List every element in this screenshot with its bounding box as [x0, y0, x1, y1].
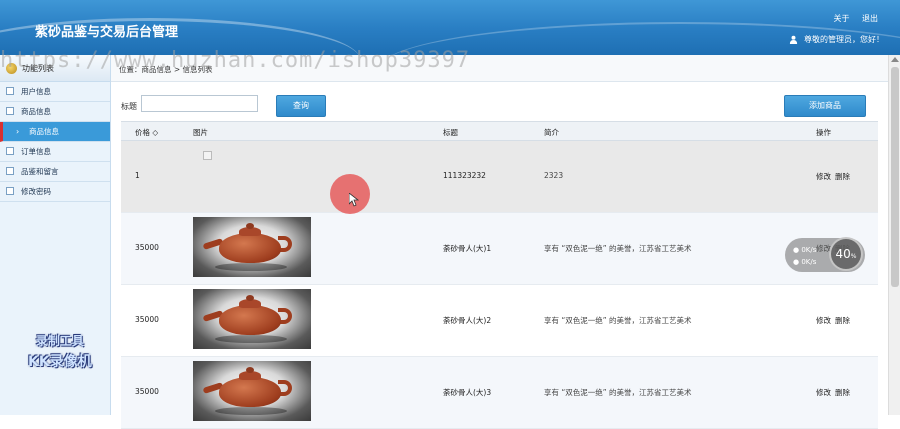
- ops-cell: 修改删除: [816, 387, 854, 398]
- price-cell: 1: [135, 171, 140, 180]
- teapot-photo: [193, 289, 311, 349]
- desc-cell: 享有 “双色泥一绝” 的美誉，江苏省工艺美术: [544, 316, 692, 325]
- top-links: 关于 退出: [823, 13, 878, 24]
- query-button[interactable]: 查询: [276, 95, 326, 117]
- main-content: 位置：商品信息 > 信息列表 标题 查询 添加商品 价格 ◇ 图片 标题 简介 …: [111, 55, 888, 429]
- sidebar-item-label: 商品信息: [29, 127, 59, 136]
- sidebar-item-password[interactable]: 修改密码: [0, 182, 110, 202]
- header-desc: 简介: [544, 128, 559, 137]
- sidebar-item-orders[interactable]: 订单信息: [0, 142, 110, 162]
- sidebar-item-reviews[interactable]: 品鉴和留言: [0, 162, 110, 182]
- recorder-line1: 录制工具: [35, 334, 84, 348]
- table-header: 价格 ◇ 图片 标题 简介 操作: [121, 121, 878, 141]
- table-row: 35000 荼砂骨人(大)2 享有 “双色泥一绝” 的美誉，江苏省工艺美术 修改…: [121, 285, 878, 357]
- network-speed-widget: ● 0K/s ● 0K/s 40%: [785, 237, 865, 272]
- broken-image-icon: [203, 151, 212, 160]
- ops-cell: 修改删除: [816, 315, 854, 326]
- sidebar-item-products[interactable]: 商品信息: [0, 102, 110, 122]
- square-icon: [6, 187, 14, 195]
- price-cell: 35000: [135, 315, 159, 324]
- title-cell: 荼砂骨人(大)1: [443, 244, 492, 253]
- square-icon: [6, 147, 14, 155]
- sidebar-item-label: 订单信息: [21, 147, 51, 156]
- title-cell: 荼砂骨人(大)2: [443, 316, 492, 325]
- desc-cell: 享有 “双色泥一绝” 的美誉，江苏省工艺美术: [544, 388, 692, 397]
- top-header: 紫砂品鉴与交易后台管理 关于 退出 尊敬的管理员，您好！: [0, 0, 900, 55]
- header-price[interactable]: 价格 ◇: [135, 127, 158, 138]
- product-table: 价格 ◇ 图片 标题 简介 操作 1 111323232 2323 修改 删除 3…: [121, 121, 878, 429]
- header-image: 图片: [193, 128, 208, 137]
- download-speed: ● 0K/s: [793, 258, 817, 266]
- mouse-cursor-icon: [349, 193, 359, 207]
- page-scrollbar[interactable]: [888, 55, 900, 415]
- user-greeting-text: 尊敬的管理员，您好！: [804, 35, 884, 44]
- scroll-thumb[interactable]: [891, 67, 899, 287]
- scroll-up-icon[interactable]: [891, 57, 899, 62]
- logout-link[interactable]: 退出: [862, 14, 878, 23]
- search-label: 标题: [121, 102, 137, 111]
- sidebar-item-label: 商品信息: [21, 107, 51, 116]
- arrow-icon: ›: [16, 127, 20, 136]
- square-icon: [6, 107, 14, 115]
- user-icon: [790, 35, 798, 44]
- teapot-photo: [193, 217, 311, 277]
- network-gauge: 40%: [829, 237, 863, 271]
- delete-link[interactable]: 删除: [835, 388, 850, 397]
- price-cell: 35000: [135, 387, 159, 396]
- header-title: 标题: [443, 128, 458, 137]
- edit-link[interactable]: 修改: [816, 388, 831, 397]
- price-cell: 35000: [135, 243, 159, 252]
- sidebar-item-label: 品鉴和留言: [21, 167, 59, 176]
- delete-link[interactable]: 删除: [835, 316, 850, 325]
- search-input[interactable]: [141, 95, 258, 112]
- square-icon: [6, 167, 14, 175]
- desc-cell: 2323: [544, 171, 564, 180]
- sidebar-item-label: 修改密码: [21, 187, 51, 196]
- add-product-button[interactable]: 添加商品: [784, 95, 866, 117]
- teapot-photo: [193, 361, 311, 421]
- table-row: 1 111323232 2323 修改 删除: [121, 141, 878, 213]
- url-watermark: https://www.huzhan.com/ishop39397: [0, 48, 471, 73]
- upload-speed: ● 0K/s: [793, 246, 817, 254]
- edit-link[interactable]: 修改: [816, 316, 831, 325]
- desc-cell: 享有 “双色泥一绝” 的美誉，江苏省工艺美术: [544, 244, 692, 253]
- recorder-line2: KK录像机: [28, 354, 92, 370]
- delete-link[interactable]: 删除: [835, 172, 850, 181]
- title-cell: 111323232: [443, 171, 486, 180]
- about-link[interactable]: 关于: [833, 14, 849, 23]
- sidebar-subitem-products[interactable]: › 商品信息: [0, 122, 110, 142]
- square-icon: [6, 87, 14, 95]
- ops-cell: 修改删除: [816, 171, 854, 182]
- user-greeting: 尊敬的管理员，您好！: [789, 34, 884, 45]
- recorder-watermark: 录制工具 KK录像机: [28, 332, 92, 371]
- table-row: 35000 荼砂骨人(大)3 享有 “双色泥一绝” 的美誉，江苏省工艺美术 修改…: [121, 357, 878, 429]
- table-row: 35000 荼砂骨人(大)1 享有 “双色泥一绝” 的美誉，江苏省工艺美术 修改…: [121, 213, 878, 285]
- sidebar-item-label: 用户信息: [21, 87, 51, 96]
- title-cell: 荼砂骨人(大)3: [443, 388, 492, 397]
- header-ops: 操作: [816, 128, 831, 137]
- edit-link[interactable]: 修改: [816, 172, 831, 181]
- sidebar-item-users[interactable]: 用户信息: [0, 82, 110, 102]
- app-title: 紫砂品鉴与交易后台管理: [35, 25, 179, 40]
